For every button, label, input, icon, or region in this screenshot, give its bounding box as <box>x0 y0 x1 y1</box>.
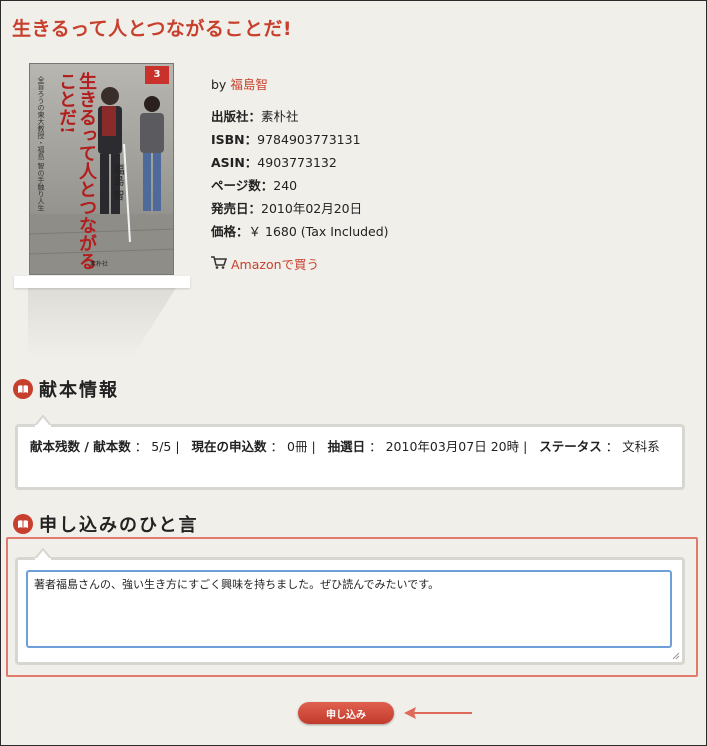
isbn-value: 9784903773131 <box>257 132 361 147</box>
separator: ： <box>270 439 284 454</box>
arrow-left-icon <box>404 707 472 719</box>
price-row: 価格：￥ 1680 (Tax Included) <box>211 220 389 243</box>
pipe-separator: | <box>523 439 528 454</box>
publisher-label: 出版社： <box>211 109 262 124</box>
isbn-label: ISBN： <box>211 132 258 147</box>
author-line: by 福島智 <box>211 73 389 96</box>
status-label: ステータス <box>539 439 602 454</box>
amazon-row: Amazonで買う <box>211 253 389 276</box>
cover-badge: 3 <box>145 66 169 84</box>
lottery-label: 抽選日 <box>327 439 366 454</box>
donation-info-title: 献本情報 <box>39 380 119 401</box>
publisher-row: 出版社：素朴社 <box>211 105 389 128</box>
pages-value: 240 <box>273 178 298 193</box>
applications-value: 0冊 <box>287 439 308 454</box>
cover-shelf <box>14 276 190 288</box>
message-title: 申し込みのひと言 <box>39 515 199 536</box>
book-cover-image[interactable]: 3 全盲ろうの東大教授・福島 智の手触り人生 生きるって人とつながることだ! 福… <box>29 63 174 275</box>
author-link[interactable]: 福島智 <box>230 77 268 92</box>
remaining-label: 献本残数 / 献本数 <box>30 439 131 454</box>
apply-button[interactable]: 申し込み <box>298 702 394 724</box>
page-title: 生きるって人とつながることだ! <box>12 18 293 40</box>
cart-icon <box>211 253 228 276</box>
cover-photo <box>30 87 173 274</box>
status-value: 文科系 <box>622 439 660 454</box>
message-heading: 申し込みのひと言 <box>13 511 198 537</box>
asin-row: ASIN：4903773132 <box>211 151 389 174</box>
lottery-value: 2010年03月07日 20時 <box>385 439 520 454</box>
message-textarea[interactable]: 著者福島さんの、強い生き方にすごく興味を持ちました。ぜひ読んでみたいです。 <box>26 570 672 648</box>
cover-title: 生きるって人とつながることだ! <box>56 72 97 270</box>
donation-info-heading: 献本情報 <box>13 376 119 402</box>
pipe-separator: | <box>311 439 316 454</box>
pages-row: ページ数：240 <box>211 174 389 197</box>
cover-publisher: 素朴社 <box>90 261 109 268</box>
amazon-buy-link[interactable]: Amazonで買う <box>231 253 319 276</box>
callout-tail <box>34 548 52 560</box>
cover-author: 福島 智 <box>112 164 125 201</box>
release-label: 発売日： <box>211 201 262 216</box>
message-box: 著者福島さんの、強い生き方にすごく興味を持ちました。ぜひ読んでみたいです。 <box>15 548 685 665</box>
price-label: 価格： <box>211 224 249 239</box>
callout-tail <box>34 415 52 427</box>
by-label: by <box>211 77 227 92</box>
donation-info-box: 献本残数 / 献本数 ： 5/5 | 現在の申込数 ： 0冊 | 抽選日 ： 2… <box>15 415 685 490</box>
book-icon <box>13 514 33 534</box>
separator: ： <box>605 439 619 454</box>
release-value: 2010年02月20日 <box>261 201 363 216</box>
resize-grip-icon[interactable] <box>672 652 680 660</box>
separator: ： <box>369 439 382 454</box>
separator: ： <box>134 439 148 454</box>
pipe-separator: | <box>175 439 180 454</box>
pages-label: ページ数： <box>211 178 274 193</box>
price-value: ￥ 1680 (Tax Included) <box>248 224 389 239</box>
book-icon <box>13 379 33 399</box>
book-meta: by 福島智 出版社：素朴社 ISBN：9784903773131 ASIN：4… <box>211 73 389 276</box>
publisher-value: 素朴社 <box>261 109 299 124</box>
remaining-value: 5/5 <box>151 439 172 454</box>
applications-label: 現在の申込数 <box>191 439 267 454</box>
isbn-row: ISBN：9784903773131 <box>211 128 389 151</box>
asin-label: ASIN： <box>211 155 258 170</box>
asin-value: 4903773132 <box>257 155 337 170</box>
cover-subtitle: 全盲ろうの東大教授・福島 智の手触り人生 <box>37 76 45 212</box>
release-row: 発売日：2010年02月20日 <box>211 197 389 220</box>
